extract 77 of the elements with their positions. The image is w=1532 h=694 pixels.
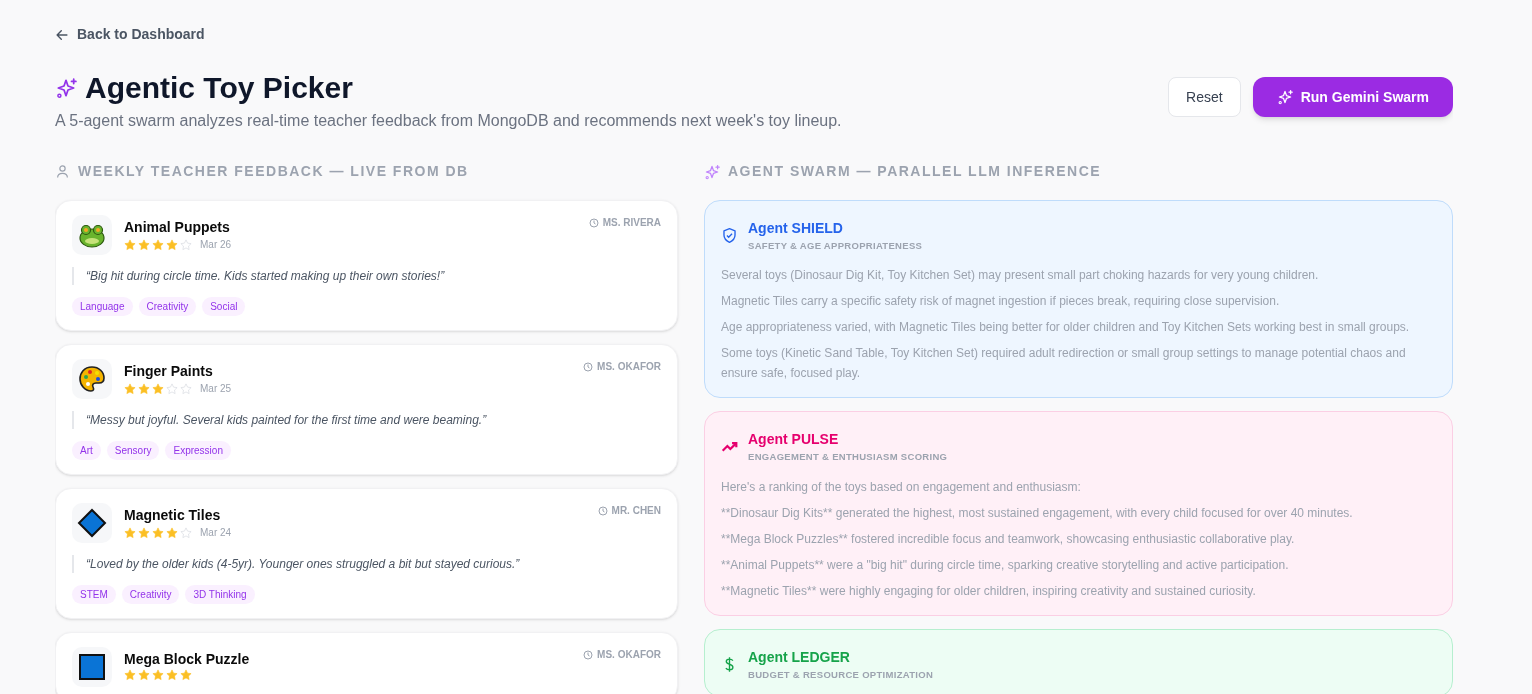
page-subtitle: A 5-agent swarm analyzes real-time teacher feedback from MongoDB and recommends next week's toy lineup. — [55, 111, 842, 131]
star-icon — [138, 238, 150, 251]
tag: Social — [202, 297, 246, 316]
tag: Art — [72, 441, 101, 460]
star-icon — [180, 238, 192, 251]
teacher-name: MS. RIVERA — [602, 216, 661, 230]
star-icon — [152, 382, 164, 395]
agent-finding: Several toys (Dinosaur Dig Kit, Toy Kitchen Set) may present small part choking hazards for very young children. — [721, 267, 1320, 285]
sparkles-icon — [1276, 89, 1293, 105]
tag: Language — [72, 297, 133, 316]
agent-name: Agent LEDGER — [748, 647, 851, 666]
star-icon — [124, 382, 136, 395]
agent-finding: **Dinosaur Dig Kits** generated the highest, most sustained engagement, with every child focused for over 40 minutes. — [721, 504, 1354, 522]
star-icon — [166, 526, 178, 539]
star-icon — [124, 526, 136, 539]
agent-finding: **Magnetic Tiles** were highly engaging for older children, inspiring creativity and sustained curiosity. — [721, 582, 1257, 600]
agent-role: SAFETY & AGE APPROPRIATENESS — [748, 239, 923, 253]
clock-icon — [583, 649, 594, 660]
star-icon — [138, 669, 150, 681]
reset-button[interactable]: Reset — [1168, 77, 1241, 117]
feedback-date: Mar 25 — [200, 382, 232, 396]
feedback-date: Mar 26 — [200, 238, 232, 252]
user-icon — [55, 164, 70, 179]
square-icon — [76, 651, 108, 683]
star-icon — [124, 238, 136, 251]
clock-icon — [583, 361, 594, 372]
tag: Expression — [165, 441, 231, 460]
toy-name: Magnetic Tiles — [124, 506, 222, 524]
agent-finding: **Animal Puppets** were a "big hit" during circle time, sparking creative storytelling and active participation. — [721, 556, 1290, 574]
agent-name: Agent PULSE — [748, 430, 840, 449]
tag: STEM — [72, 585, 116, 604]
sparkles-icon — [55, 77, 77, 99]
star-icon — [138, 526, 150, 539]
star-icon — [166, 238, 178, 251]
feedback-date: Mar 24 — [200, 526, 232, 540]
tag: Sensory — [106, 441, 160, 460]
star-icon — [180, 669, 192, 681]
star-icon — [124, 669, 136, 681]
teacher-name: MS. OKAFOR — [597, 648, 661, 662]
tag: Creativity — [138, 297, 197, 316]
star-icon — [152, 526, 164, 539]
star-icon — [152, 669, 164, 681]
teacher-name: MR. CHEN — [611, 504, 661, 518]
agent-finding: Age appropriateness varied, with Magnetic Tiles being better for older children and Toy Kitchen Sets working best in small groups. — [721, 319, 1411, 337]
star-icon — [152, 238, 164, 251]
teacher-name: MS. OKAFOR — [597, 360, 661, 374]
agent-role: ENGAGEMENT & ENTHUSIASM SCORING — [748, 450, 948, 465]
feedback-quote: “Messy but joyful. Several kids painted for the first time and were beaming.” — [86, 412, 488, 429]
diamond-icon — [76, 507, 108, 539]
tag: Creativity — [121, 585, 180, 604]
agent-finding: **Mega Block Puzzles** fostered incredible focus and teamwork, showcasing enthusiastic collaborative play. — [721, 530, 1296, 548]
star-icon — [166, 669, 178, 681]
arrow-left-icon — [55, 27, 69, 42]
run-swarm-button[interactable]: Run Gemini Swarm — [1252, 77, 1453, 117]
clock-icon — [588, 217, 599, 228]
star-icon — [180, 526, 192, 539]
section-heading: AGENT SWARM — PARALLEL LLM INFERENCE — [728, 162, 1102, 181]
agent-role: BUDGET & RESOURCE OPTIMIZATION — [748, 667, 934, 682]
feedback-quote: “Loved by the older kids (4-5yr). Younger ones struggled a bit but stayed curious.” — [86, 556, 521, 573]
agent-finding: Magnetic Tiles carry a specific safety risk of magnet ingestion if pieces break, requiring close supervision. — [721, 293, 1281, 311]
palette-icon — [76, 363, 108, 395]
clock-icon — [597, 505, 608, 516]
agent-finding: Some toys (Kinetic Sand Table, Toy Kitchen Set) required adult redirection or small group settings to manage potential chaos and ensure safe, focused play. — [721, 345, 1407, 383]
tag: 3D Thinking — [185, 585, 255, 604]
sparkles-icon — [704, 163, 720, 180]
agent-name: Agent SHIELD — [748, 219, 844, 237]
feedback-quote: “Big hit during circle time. Kids started making up their own stories!” — [86, 268, 446, 285]
agent-finding: Here's a ranking of the toys based on engagement and enthusiasm: — [721, 478, 1082, 496]
back-link[interactable]: Back to Dashboard — [55, 24, 205, 45]
page-title: Agentic Toy Picker — [85, 70, 353, 106]
toy-name: Animal Puppets — [124, 218, 231, 236]
star-icon — [166, 382, 178, 395]
toy-name: Finger Paints — [124, 362, 214, 380]
star-icon — [180, 382, 192, 395]
star-icon — [138, 382, 150, 395]
toy-name: Mega Block Puzzle — [124, 650, 251, 668]
section-heading: WEEKLY TEACHER FEEDBACK — LIVE FROM DB — [78, 162, 469, 181]
